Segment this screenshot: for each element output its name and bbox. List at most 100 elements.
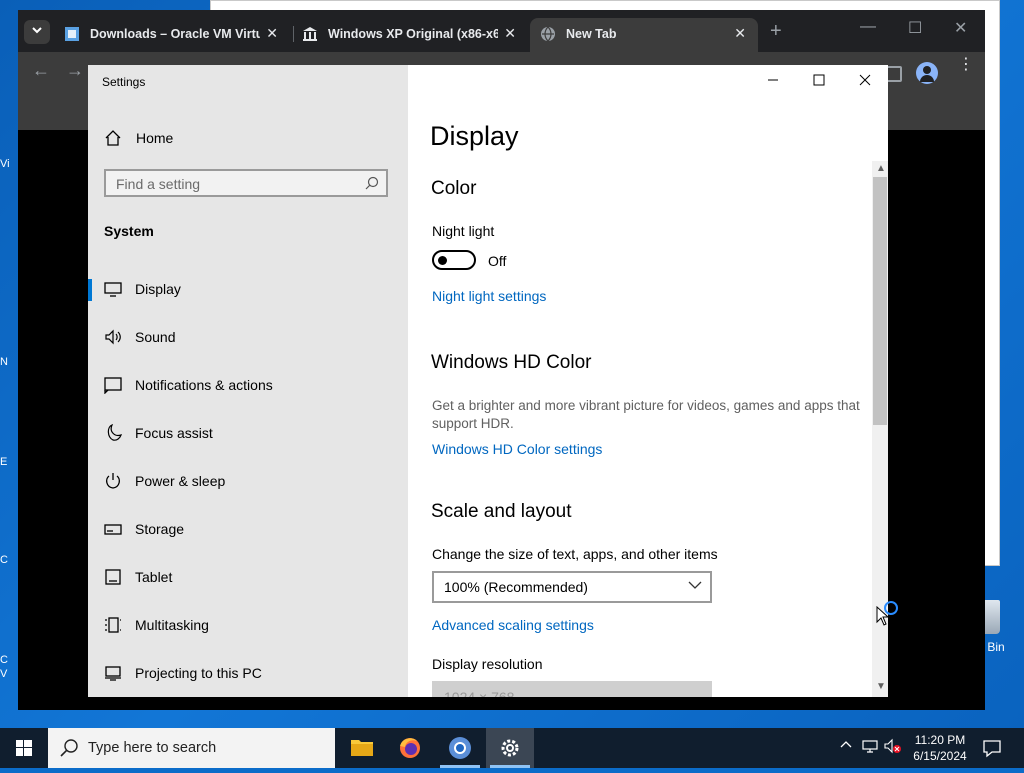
speaker-icon (105, 329, 121, 345)
sidebar-item-tablet[interactable]: Tablet (88, 555, 408, 599)
tab-title: Windows XP Original (x86-x64 (328, 27, 498, 41)
maximize-icon[interactable]: ☐ (908, 18, 922, 38)
sidebar-item-sound[interactable]: Sound (88, 315, 408, 359)
close-tab-icon[interactable]: ✕ (266, 25, 278, 42)
taskbar: Type here to search 11:20 PM 6/15/2024 (0, 728, 1024, 768)
sidebar-item-notifications[interactable]: Notifications & actions (88, 363, 408, 407)
scale-dropdown[interactable]: 100% (Recommended) (432, 571, 712, 603)
firefox-icon (400, 738, 420, 758)
network-icon[interactable] (862, 738, 878, 757)
taskbar-firefox[interactable] (386, 728, 434, 768)
tab-search-dropdown[interactable] (24, 20, 50, 44)
close-icon[interactable]: ✕ (954, 18, 967, 38)
sidebar-item-label: Home (136, 130, 174, 146)
start-button[interactable] (0, 728, 48, 768)
multitasking-icon (105, 617, 121, 633)
scroll-up-icon[interactable]: ▲ (876, 163, 886, 174)
resolution-dropdown[interactable]: 1024 × 768 (432, 681, 712, 697)
tab-strip: Downloads – Oracle VM Virtua ✕ Windows X… (18, 10, 985, 52)
sidebar-item-projecting[interactable]: Projecting to this PC (88, 651, 408, 695)
action-center-button[interactable] (980, 736, 1004, 760)
tablet-icon (105, 569, 121, 585)
sidebar-item-multitasking[interactable]: Multitasking (88, 603, 408, 647)
monitor-icon (104, 282, 122, 297)
show-hidden-icons[interactable] (840, 738, 852, 754)
settings-window: Settings Home System Display Sound Notif… (88, 65, 888, 697)
sidebar-item-storage[interactable]: Storage (88, 507, 408, 551)
virtualbox-icon (65, 27, 79, 41)
settings-sidebar: Settings Home System Display Sound Notif… (88, 65, 408, 697)
new-tab-button[interactable]: + (770, 21, 782, 41)
night-light-settings-link[interactable]: Night light settings (432, 288, 546, 304)
resolution-selected-value: 1024 × 768 (444, 689, 515, 697)
taskbar-search-box[interactable]: Type here to search (48, 728, 335, 768)
system-clock[interactable]: 11:20 PM 6/15/2024 (900, 732, 980, 764)
forward-arrow-icon[interactable]: → (66, 60, 84, 81)
projector-icon (105, 666, 121, 681)
tab-windows-xp[interactable]: Windows XP Original (x86-x64 ✕ (292, 18, 528, 52)
find-setting-search[interactable] (104, 169, 388, 197)
scale-layout-heading: Scale and layout (431, 501, 572, 522)
scale-label: Change the size of text, apps, and other… (432, 546, 718, 562)
desktop-icon-label[interactable]: V (0, 668, 14, 680)
taskbar-file-explorer[interactable] (338, 728, 386, 768)
back-arrow-icon[interactable]: ← (32, 60, 50, 81)
chevron-up-icon (840, 741, 852, 748)
desktop-icon-label[interactable]: C (0, 554, 14, 566)
sidebar-item-focus-assist[interactable]: Focus assist (88, 411, 408, 455)
night-light-toggle[interactable] (432, 250, 476, 270)
power-icon (106, 473, 120, 489)
menu-kebab-icon[interactable]: ⋮ (958, 57, 974, 73)
desktop-icon-label[interactable]: N (0, 356, 14, 368)
close-tab-icon[interactable]: ✕ (734, 25, 746, 42)
sidebar-item-label: Focus assist (135, 425, 213, 441)
archive-icon (303, 27, 317, 41)
sidebar-item-label: Storage (135, 521, 185, 537)
sidebar-item-display[interactable]: Display (88, 267, 408, 311)
scroll-down-icon[interactable]: ▼ (876, 681, 886, 692)
taskbar-settings[interactable] (486, 728, 534, 768)
desktop-icon-label[interactable]: E (0, 456, 14, 468)
taskbar-chromium[interactable] (436, 728, 484, 768)
search-input[interactable] (114, 174, 368, 194)
section-header: System (104, 223, 154, 239)
hd-color-settings-link[interactable]: Windows HD Color settings (432, 441, 602, 457)
globe-icon (541, 26, 555, 42)
page-title: Display (430, 121, 519, 151)
sidebar-item-power-sleep[interactable]: Power & sleep (88, 459, 408, 503)
windows-logo-icon (16, 740, 32, 756)
settings-gear-icon (501, 739, 519, 757)
notification-icon (983, 740, 1001, 758)
sidebar-item-label: Multitasking (135, 617, 209, 633)
toggle-knob (438, 256, 447, 265)
window-title: Settings (102, 75, 146, 89)
chevron-down-icon (32, 27, 42, 34)
file-explorer-icon (351, 740, 373, 756)
notification-icon (104, 377, 122, 394)
profile-avatar-icon[interactable] (916, 62, 938, 84)
night-light-label: Night light (432, 223, 495, 239)
tab-downloads[interactable]: Downloads – Oracle VM Virtua ✕ (54, 18, 290, 52)
clock-date: 6/15/2024 (913, 749, 967, 763)
tab-new-tab[interactable]: New Tab ✕ (530, 18, 758, 52)
desktop-icon-label[interactable]: Vi (0, 158, 14, 170)
moon-icon (107, 424, 122, 441)
minimize-icon[interactable]: — (860, 18, 876, 36)
color-heading: Color (431, 178, 477, 199)
scale-selected-value: 100% (Recommended) (444, 579, 588, 595)
tab-title: Downloads – Oracle VM Virtua (90, 27, 260, 41)
sidebar-item-label: Display (135, 281, 181, 297)
sidebar-item-label: Projecting to this PC (135, 665, 262, 681)
sidebar-item-label: Sound (135, 329, 176, 345)
scroll-thumb[interactable] (873, 177, 887, 425)
selection-indicator (88, 279, 92, 301)
close-tab-icon[interactable]: ✕ (504, 25, 516, 42)
home-icon (105, 130, 121, 146)
recycle-bin-label: Bin (987, 640, 1005, 654)
storage-icon (104, 524, 122, 535)
desktop-icon-label[interactable]: C (0, 654, 14, 666)
sidebar-item-label: Tablet (135, 569, 173, 585)
search-icon (60, 739, 78, 757)
tab-title: New Tab (566, 27, 617, 41)
advanced-scaling-link[interactable]: Advanced scaling settings (432, 617, 594, 633)
